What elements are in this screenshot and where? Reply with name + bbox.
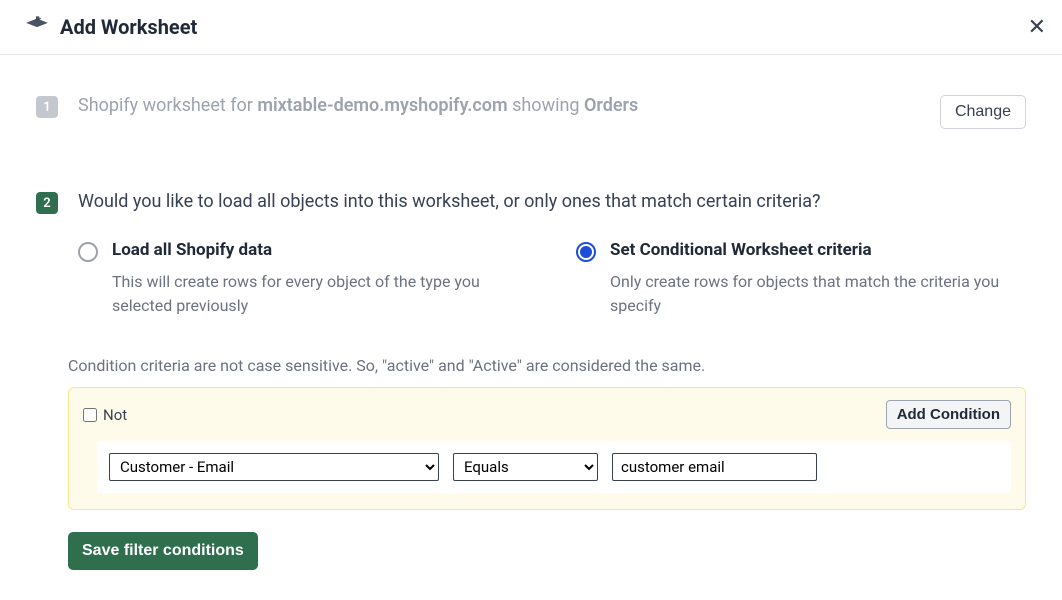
step-1-number: 1 bbox=[36, 96, 58, 118]
option-load-all-title: Load all Shopify data bbox=[112, 240, 528, 260]
criteria-note: Condition criteria are not case sensitiv… bbox=[68, 356, 1026, 375]
option-conditional-desc: Only create rows for objects that match … bbox=[610, 270, 1026, 318]
step-1-object: Orders bbox=[584, 95, 638, 116]
condition-row: Customer - Email Equals bbox=[97, 441, 1011, 493]
not-checkbox[interactable] bbox=[83, 408, 97, 422]
close-button[interactable]: ✕ bbox=[1026, 14, 1048, 40]
option-load-all[interactable]: Load all Shopify data This will create r… bbox=[78, 240, 528, 318]
option-conditional[interactable]: Set Conditional Worksheet criteria Only … bbox=[576, 240, 1026, 318]
not-toggle[interactable]: Not bbox=[83, 406, 127, 424]
option-conditional-text: Set Conditional Worksheet criteria Only … bbox=[610, 240, 1026, 318]
step-1-prefix: Shopify worksheet for bbox=[78, 95, 257, 116]
not-label: Not bbox=[103, 406, 127, 424]
add-worksheet-dialog: Add Worksheet ✕ 1 Shopify worksheet for … bbox=[0, 0, 1062, 600]
dialog-header: Add Worksheet bbox=[0, 0, 1062, 55]
add-condition-button[interactable]: Add Condition bbox=[886, 400, 1011, 429]
step-2-number: 2 bbox=[36, 192, 58, 214]
step-1-summary: Shopify worksheet for mixtable-demo.mysh… bbox=[78, 95, 920, 116]
condition-operator-select[interactable]: Equals bbox=[453, 453, 598, 481]
condition-value-input[interactable] bbox=[612, 453, 817, 481]
option-load-all-desc: This will create rows for every object o… bbox=[112, 270, 528, 318]
radio-load-all[interactable] bbox=[78, 242, 98, 262]
dialog-title: Add Worksheet bbox=[60, 15, 197, 39]
save-filter-conditions-button[interactable]: Save filter conditions bbox=[68, 532, 258, 570]
step-2-question: Would you like to load all objects into … bbox=[78, 191, 1026, 212]
close-icon: ✕ bbox=[1028, 14, 1046, 39]
step-1: 1 Shopify worksheet for mixtable-demo.my… bbox=[36, 73, 1026, 169]
worksheet-icon bbox=[24, 14, 50, 40]
condition-box-header: Not Add Condition bbox=[83, 400, 1011, 429]
step-2: 2 Would you like to load all objects int… bbox=[36, 169, 1026, 580]
option-load-all-text: Load all Shopify data This will create r… bbox=[112, 240, 528, 318]
change-button[interactable]: Change bbox=[940, 95, 1026, 129]
load-options: Load all Shopify data This will create r… bbox=[78, 240, 1026, 318]
condition-field-select[interactable]: Customer - Email bbox=[109, 453, 439, 481]
step-1-middle: showing bbox=[508, 95, 584, 116]
condition-box: Not Add Condition Customer - Email Equal… bbox=[68, 387, 1026, 510]
step-1-domain: mixtable-demo.myshopify.com bbox=[257, 95, 507, 116]
step-2-body: Would you like to load all objects into … bbox=[78, 191, 1026, 570]
option-conditional-title: Set Conditional Worksheet criteria bbox=[610, 240, 1026, 260]
dialog-content: 1 Shopify worksheet for mixtable-demo.my… bbox=[0, 55, 1062, 600]
radio-conditional[interactable] bbox=[576, 242, 596, 262]
